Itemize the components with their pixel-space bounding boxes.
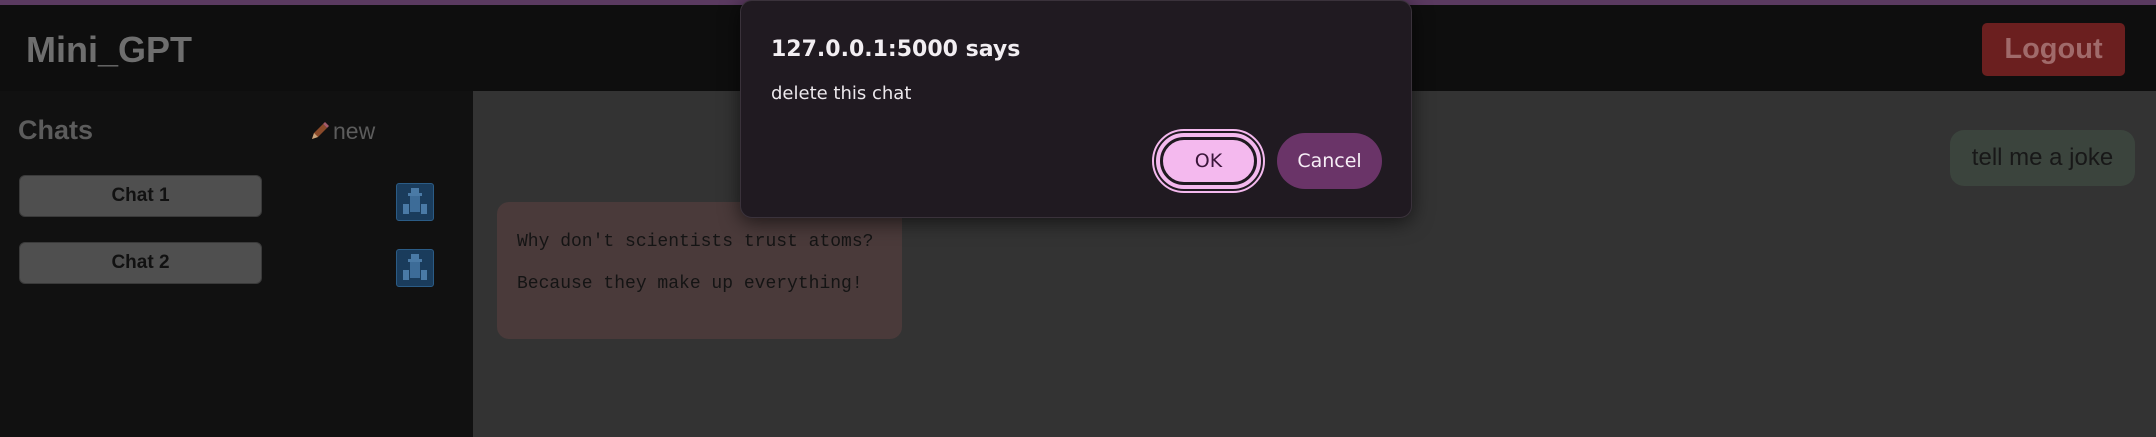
delete-chat-2-button[interactable] xyxy=(396,249,434,287)
trash-icon xyxy=(397,184,433,220)
assistant-message-line: Why don't scientists trust atoms? xyxy=(517,232,874,252)
new-chat-label: new xyxy=(333,118,376,144)
user-message: tell me a joke xyxy=(1950,130,2135,186)
sidebar: Chats new Chat 1 Chat 2 xyxy=(0,91,473,437)
assistant-message-line: Because they make up everything! xyxy=(517,274,863,294)
new-chat-link[interactable]: new xyxy=(308,118,375,145)
assistant-message: Why don't scientists trust atoms? Becaus… xyxy=(497,202,902,339)
delete-chat-1-button[interactable] xyxy=(396,183,434,221)
chats-heading: Chats xyxy=(18,115,94,145)
ok-button[interactable]: OK xyxy=(1156,133,1261,189)
chat-item-1[interactable]: Chat 1 xyxy=(19,175,262,217)
app-title: Mini_GPT xyxy=(26,29,193,70)
dialog-message: delete this chat xyxy=(771,83,912,104)
alert-dialog: 127.0.0.1:5000 says delete this chat OK … xyxy=(740,0,1412,218)
pencil-icon xyxy=(308,121,330,143)
chat-item-2[interactable]: Chat 2 xyxy=(19,242,262,284)
app-window: Mini_GPT Logout Chats new Chat 1 Chat 2 … xyxy=(0,0,2156,437)
dialog-title: 127.0.0.1:5000 says xyxy=(771,37,1021,62)
logout-button[interactable]: Logout xyxy=(1982,23,2125,76)
cancel-button[interactable]: Cancel xyxy=(1277,133,1382,189)
trash-icon xyxy=(397,250,433,286)
